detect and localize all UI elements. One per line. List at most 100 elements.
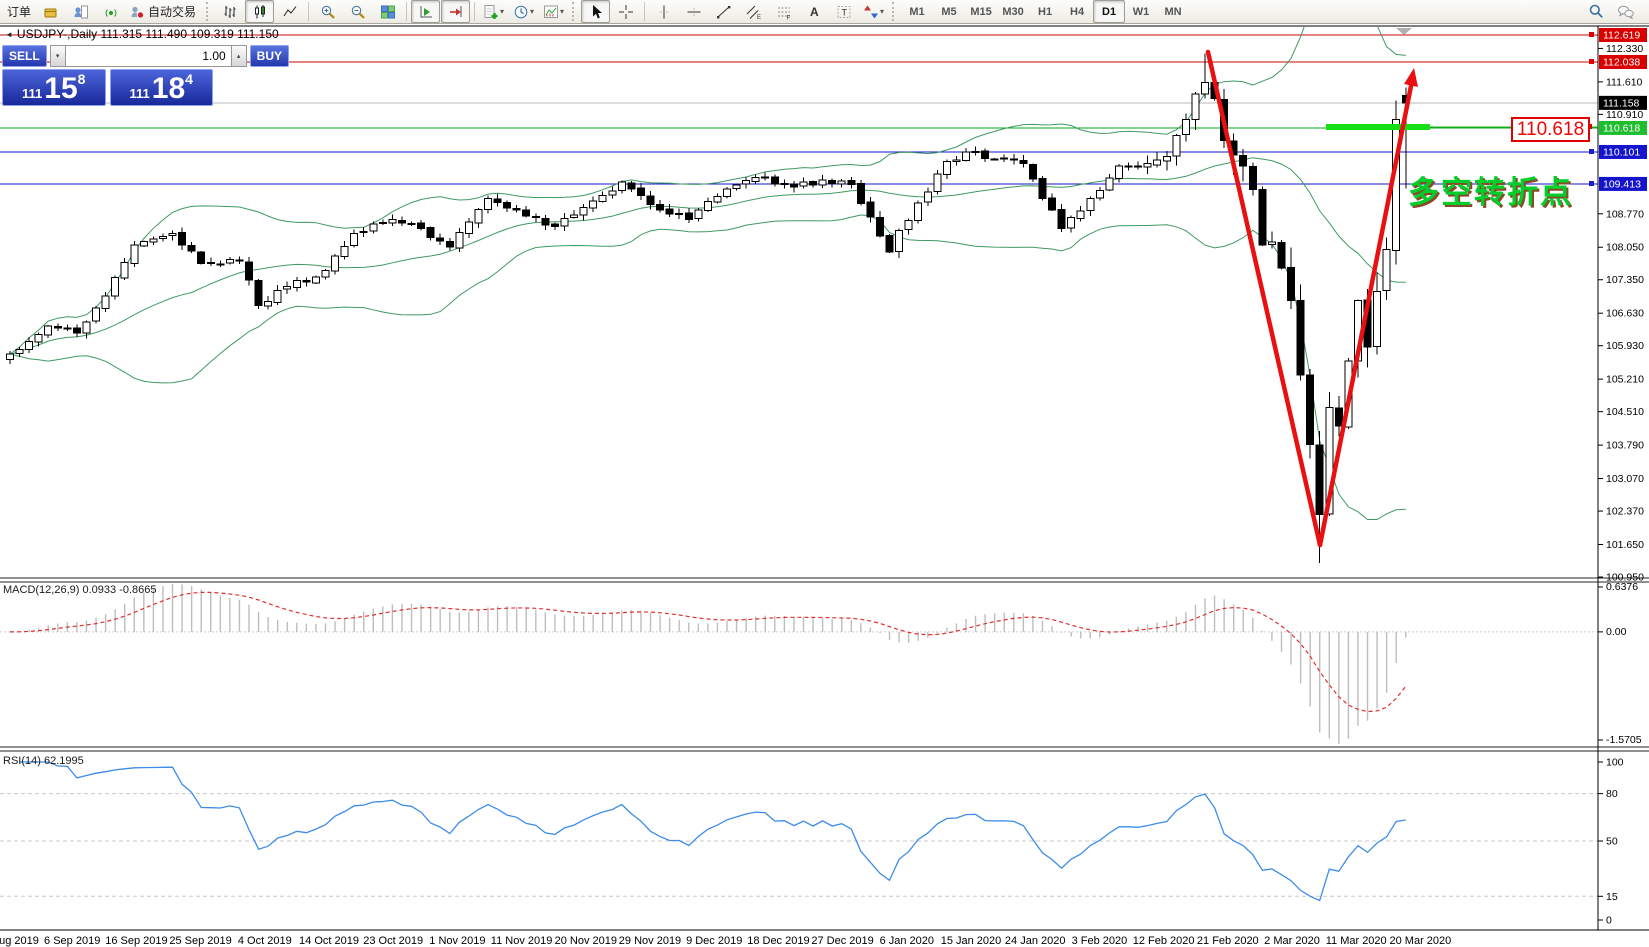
price-callout-110618[interactable]: 110.618 (1511, 117, 1590, 142)
svg-text:25 Sep 2019: 25 Sep 2019 (169, 935, 231, 947)
svg-text:15: 15 (1606, 891, 1618, 903)
auto-scroll-button[interactable] (411, 0, 441, 23)
timeframe-button-H1[interactable]: H1 (1029, 0, 1061, 23)
lot-decrease-button[interactable]: ▾ (49, 45, 66, 67)
signals-button[interactable] (96, 0, 125, 23)
timeframe-button-M15[interactable]: M15 (965, 0, 997, 23)
svg-text:23 Oct 2019: 23 Oct 2019 (363, 935, 423, 947)
timeframe-button-H4[interactable]: H4 (1061, 0, 1093, 23)
svg-text:80: 80 (1606, 788, 1618, 800)
svg-text:108.050: 108.050 (1606, 242, 1644, 254)
toolbar-drag-handle[interactable] (206, 2, 210, 21)
line-chart-button[interactable] (275, 0, 304, 23)
date-axis: 28 Aug 2019 6 Sep 2019 16 Sep 201925 Sep 2… (0, 935, 1451, 947)
price-chart-canvas[interactable]: 112.330 111.610 110.910 108.770 108.050 107.3… (0, 24, 1649, 947)
indicators-button[interactable]: ▾ (479, 0, 508, 23)
svg-text:28 Aug 2019: 28 Aug 2019 (0, 935, 39, 947)
fibonacci-icon: F (776, 4, 792, 20)
zoom-out-button[interactable] (343, 0, 372, 23)
fibonacci-button[interactable]: F (769, 0, 798, 23)
svg-text:4 Oct 2019: 4 Oct 2019 (238, 935, 292, 947)
toolbar-drag-handle[interactable] (892, 2, 896, 21)
timeframe-button-M30[interactable]: M30 (997, 0, 1029, 23)
timeframe-button-M5[interactable]: M5 (933, 0, 965, 23)
bar-chart-button[interactable] (215, 0, 244, 23)
svg-text:-1.5705: -1.5705 (1606, 734, 1642, 746)
svg-text:F: F (786, 15, 790, 20)
chevron-down-icon: ▾ (560, 7, 565, 16)
crosshair-button[interactable] (611, 0, 640, 23)
object-handle (1589, 59, 1594, 64)
chat-button[interactable] (1611, 0, 1640, 23)
periods-button[interactable]: ▾ (509, 0, 538, 23)
timeframe-button-W1[interactable]: W1 (1125, 0, 1157, 23)
svg-text:110.910: 110.910 (1606, 109, 1643, 121)
svg-text:105.210: 105.210 (1606, 374, 1644, 386)
buy-price-button[interactable]: 111 18 4 (109, 69, 213, 106)
metaeditor-button[interactable] (36, 0, 65, 23)
vertical-line-icon (656, 4, 672, 20)
chart-shift-button[interactable] (441, 0, 471, 23)
sell-button[interactable]: SELL (2, 45, 47, 67)
svg-text:12 Feb 2020: 12 Feb 2020 (1133, 935, 1195, 947)
text-label-button[interactable]: T (829, 0, 858, 23)
object-handle (1589, 149, 1594, 154)
search-button[interactable] (1582, 0, 1611, 23)
mt4-window: 订单 自动交易 ▾ ▾ ▾ E F A T ▾ M1 M5 M15 M30 H1… (0, 0, 1649, 947)
svg-text:111.610: 111.610 (1606, 76, 1643, 88)
zoom-in-button[interactable] (313, 0, 342, 23)
horizontal-line-icon (686, 4, 702, 20)
ask-big-digits: 18 (151, 72, 186, 105)
svg-text:102.370: 102.370 (1606, 506, 1644, 518)
toolbar-drag-handle[interactable] (572, 2, 576, 21)
svg-text:112.038: 112.038 (1603, 56, 1640, 68)
cursor-button[interactable] (581, 0, 611, 23)
equidistant-channel-button[interactable]: E (739, 0, 768, 23)
new-order-button[interactable]: 订单 (3, 0, 35, 23)
svg-text:104.510: 104.510 (1606, 406, 1644, 418)
chevron-down-icon: ▾ (880, 7, 885, 16)
svg-text:27 Dec 2019: 27 Dec 2019 (811, 935, 873, 947)
line-chart-icon (282, 4, 298, 20)
text-icon: A (806, 4, 822, 20)
one-click-collapse-icon[interactable]: ◄ (5, 30, 13, 39)
autotrading-button[interactable]: 自动交易 (126, 0, 202, 23)
chevron-down-icon: ▾ (500, 7, 505, 16)
svg-text:A: A (810, 5, 819, 19)
trendline-button[interactable] (709, 0, 738, 23)
profiles-button[interactable] (66, 0, 95, 23)
signals-icon (103, 4, 119, 20)
object-handle (1589, 181, 1594, 186)
chart-window: 112.330 111.610 110.910 108.770 108.050 107.3… (0, 24, 1649, 947)
templates-button[interactable]: ▾ (539, 0, 568, 23)
text-button[interactable]: A (799, 0, 828, 23)
svg-text:103.790: 103.790 (1606, 440, 1644, 452)
lot-increase-button[interactable]: ▴ (230, 45, 247, 67)
timeframe-button-D1[interactable]: D1 (1093, 0, 1126, 23)
lot-size-input[interactable] (65, 45, 231, 67)
candlestick-chart-button[interactable] (245, 0, 275, 23)
svg-text:112.330: 112.330 (1606, 43, 1643, 55)
one-click-trading-panel: SELL ▾ ▴ BUY 111158 111184 (2, 45, 290, 106)
svg-text:3 Feb 2020: 3 Feb 2020 (1072, 935, 1128, 947)
svg-text:T: T (841, 7, 847, 17)
svg-text:107.350: 107.350 (1606, 274, 1644, 286)
svg-text:11 Mar 2020: 11 Mar 2020 (1326, 935, 1387, 947)
buy-button[interactable]: BUY (249, 45, 290, 67)
svg-text:20 Mar 2020: 20 Mar 2020 (1390, 935, 1452, 947)
svg-text:11 Nov 2019: 11 Nov 2019 (491, 935, 553, 947)
timeframe-button-MN[interactable]: MN (1157, 0, 1189, 23)
svg-text:108.770: 108.770 (1606, 208, 1644, 220)
svg-text:110.101: 110.101 (1603, 146, 1640, 158)
macd-indicator-label: MACD(12,26,9) 0.0933 -0.8665 (3, 584, 157, 596)
sell-price-button[interactable]: 111 15 8 (2, 69, 106, 106)
arrows-button[interactable]: ▾ (859, 0, 888, 23)
horizontal-line-button[interactable] (679, 0, 708, 23)
tile-windows-button[interactable] (373, 0, 402, 23)
crosshair-icon (618, 4, 634, 20)
vertical-line-button[interactable] (649, 0, 678, 23)
svg-text:0.00: 0.00 (1606, 626, 1627, 638)
timeframe-button-M1[interactable]: M1 (901, 0, 933, 23)
text-label-icon: T (836, 4, 852, 20)
turning-point-annotation[interactable]: 多空转折点 (1408, 167, 1573, 212)
